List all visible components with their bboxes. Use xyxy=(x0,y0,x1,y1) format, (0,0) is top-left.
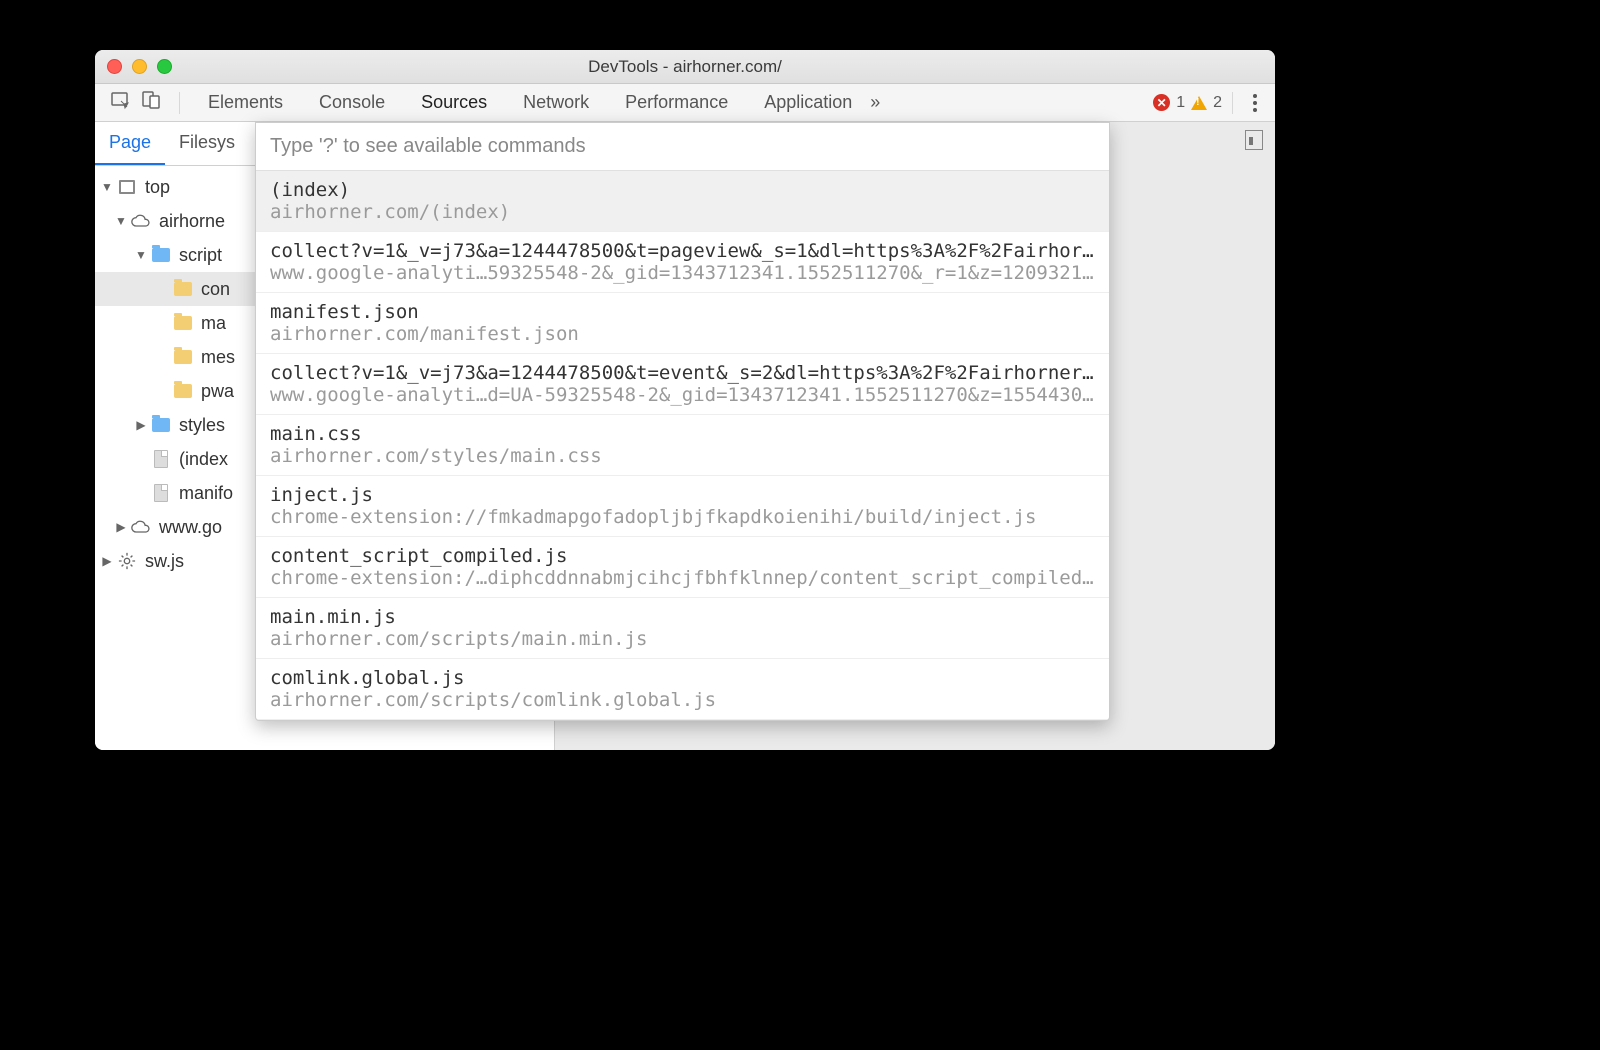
close-icon[interactable] xyxy=(107,59,122,74)
tree-item-label: script xyxy=(179,245,222,266)
tabs-overflow-icon[interactable]: » xyxy=(870,92,880,113)
titlebar: DevTools - airhorner.com/ xyxy=(95,50,1275,84)
command-result-title: main.min.js xyxy=(270,606,1095,628)
tree-item-label: pwa xyxy=(201,381,234,402)
inspect-icon[interactable] xyxy=(111,90,131,115)
command-results: (index)airhorner.com/(index) collect?v=1&… xyxy=(256,170,1109,720)
command-result[interactable]: collect?v=1&_v=j73&a=1244478500&t=event&… xyxy=(256,354,1109,415)
command-result-path: airhorner.com/styles/main.css xyxy=(270,445,1095,467)
folder-icon xyxy=(173,348,193,366)
tab-console[interactable]: Console xyxy=(301,84,403,121)
command-result-path: airhorner.com/manifest.json xyxy=(270,323,1095,345)
device-toggle-icon[interactable] xyxy=(141,90,161,115)
command-result[interactable]: content_script_compiled.jschrome-extensi… xyxy=(256,537,1109,598)
zoom-icon[interactable] xyxy=(157,59,172,74)
window-title: DevTools - airhorner.com/ xyxy=(95,57,1275,77)
chevron-down-icon: ▼ xyxy=(135,248,147,262)
frame-icon xyxy=(117,178,137,196)
command-result-title: manifest.json xyxy=(270,301,1095,323)
file-icon xyxy=(151,484,171,502)
command-result-title: (index) xyxy=(270,179,1095,201)
tab-performance[interactable]: Performance xyxy=(607,84,746,121)
folder-icon xyxy=(173,280,193,298)
command-result-path: www.google-analyti…59325548-2&_gid=13437… xyxy=(270,262,1095,284)
tree-item-label: manifo xyxy=(179,483,233,504)
tree-item-label: top xyxy=(145,177,170,198)
command-result-path: chrome-extension://fmkadmapgofadopljbjfk… xyxy=(270,506,1095,528)
devtools-window: DevTools - airhorner.com/ ElementsConsol… xyxy=(95,50,1275,750)
minimize-icon[interactable] xyxy=(132,59,147,74)
command-result-title: inject.js xyxy=(270,484,1095,506)
command-result-title: main.css xyxy=(270,423,1095,445)
folder-icon xyxy=(151,246,171,264)
command-result-path: www.google-analyti…d=UA-59325548-2&_gid=… xyxy=(270,384,1095,406)
sidebar-tab-page[interactable]: Page xyxy=(95,122,165,165)
settings-menu-icon[interactable] xyxy=(1253,94,1257,112)
toggle-drawer-icon[interactable] xyxy=(1245,130,1263,150)
command-result-path: airhorner.com/scripts/comlink.global.js xyxy=(270,689,1095,711)
panel-tabs: ElementsConsoleSourcesNetworkPerformance… xyxy=(190,84,870,121)
gear-icon xyxy=(117,552,137,570)
command-menu: (index)airhorner.com/(index) collect?v=1&… xyxy=(255,122,1110,721)
error-count: 1 xyxy=(1176,94,1185,112)
tree-item-label: con xyxy=(201,279,230,300)
command-result-title: collect?v=1&_v=j73&a=1244478500&t=event&… xyxy=(270,362,1095,384)
tab-elements[interactable]: Elements xyxy=(190,84,301,121)
tab-sources[interactable]: Sources xyxy=(403,84,505,121)
warning-icon xyxy=(1191,96,1207,110)
issue-counters[interactable]: ✕ 1 2 xyxy=(1153,94,1222,112)
folder-icon xyxy=(173,314,193,332)
chevron-down-icon: ▼ xyxy=(101,180,113,194)
command-result-title: comlink.global.js xyxy=(270,667,1095,689)
main-toolbar: ElementsConsoleSourcesNetworkPerformance… xyxy=(95,84,1275,122)
command-result[interactable]: (index)airhorner.com/(index) xyxy=(256,171,1109,232)
chevron-right-icon: ▶ xyxy=(135,418,147,432)
command-result[interactable]: main.min.jsairhorner.com/scripts/main.mi… xyxy=(256,598,1109,659)
command-result[interactable]: manifest.jsonairhorner.com/manifest.json xyxy=(256,293,1109,354)
tab-network[interactable]: Network xyxy=(505,84,607,121)
chevron-right-icon: ▶ xyxy=(101,554,113,568)
folder-icon xyxy=(173,382,193,400)
chevron-down-icon: ▼ xyxy=(115,214,127,228)
command-input[interactable] xyxy=(256,123,1109,170)
cloud-icon xyxy=(131,212,151,230)
tree-item-label: (index xyxy=(179,449,228,470)
tab-application[interactable]: Application xyxy=(746,84,870,121)
folder-icon xyxy=(151,416,171,434)
tree-item-label: mes xyxy=(201,347,235,368)
command-result-title: content_script_compiled.js xyxy=(270,545,1095,567)
command-result[interactable]: main.cssairhorner.com/styles/main.css xyxy=(256,415,1109,476)
command-result-title: collect?v=1&_v=j73&a=1244478500&t=pagevi… xyxy=(270,240,1095,262)
command-result-path: chrome-extension:/…diphcddnnabmjcihcjfbh… xyxy=(270,567,1095,589)
command-result-path: airhorner.com/(index) xyxy=(270,201,1095,223)
chevron-right-icon: ▶ xyxy=(115,520,127,534)
command-result[interactable]: comlink.global.jsairhorner.com/scripts/c… xyxy=(256,659,1109,720)
cloud-icon xyxy=(131,518,151,536)
command-result-path: airhorner.com/scripts/main.min.js xyxy=(270,628,1095,650)
error-icon: ✕ xyxy=(1153,94,1170,111)
tree-item-label: sw.js xyxy=(145,551,184,572)
file-icon xyxy=(151,450,171,468)
tree-item-label: www.go xyxy=(159,517,222,538)
window-controls xyxy=(107,59,172,74)
tree-item-label: styles xyxy=(179,415,225,436)
warning-count: 2 xyxy=(1213,94,1222,112)
command-result[interactable]: collect?v=1&_v=j73&a=1244478500&t=pagevi… xyxy=(256,232,1109,293)
tree-item-label: airhorne xyxy=(159,211,225,232)
sidebar-tab-filesys[interactable]: Filesys xyxy=(165,122,249,165)
tree-item-label: ma xyxy=(201,313,226,334)
command-result[interactable]: inject.jschrome-extension://fmkadmapgofa… xyxy=(256,476,1109,537)
content-area: PageFilesys ▼ top ▼ airhorne ▼ script con ma mes… xyxy=(95,122,1275,750)
